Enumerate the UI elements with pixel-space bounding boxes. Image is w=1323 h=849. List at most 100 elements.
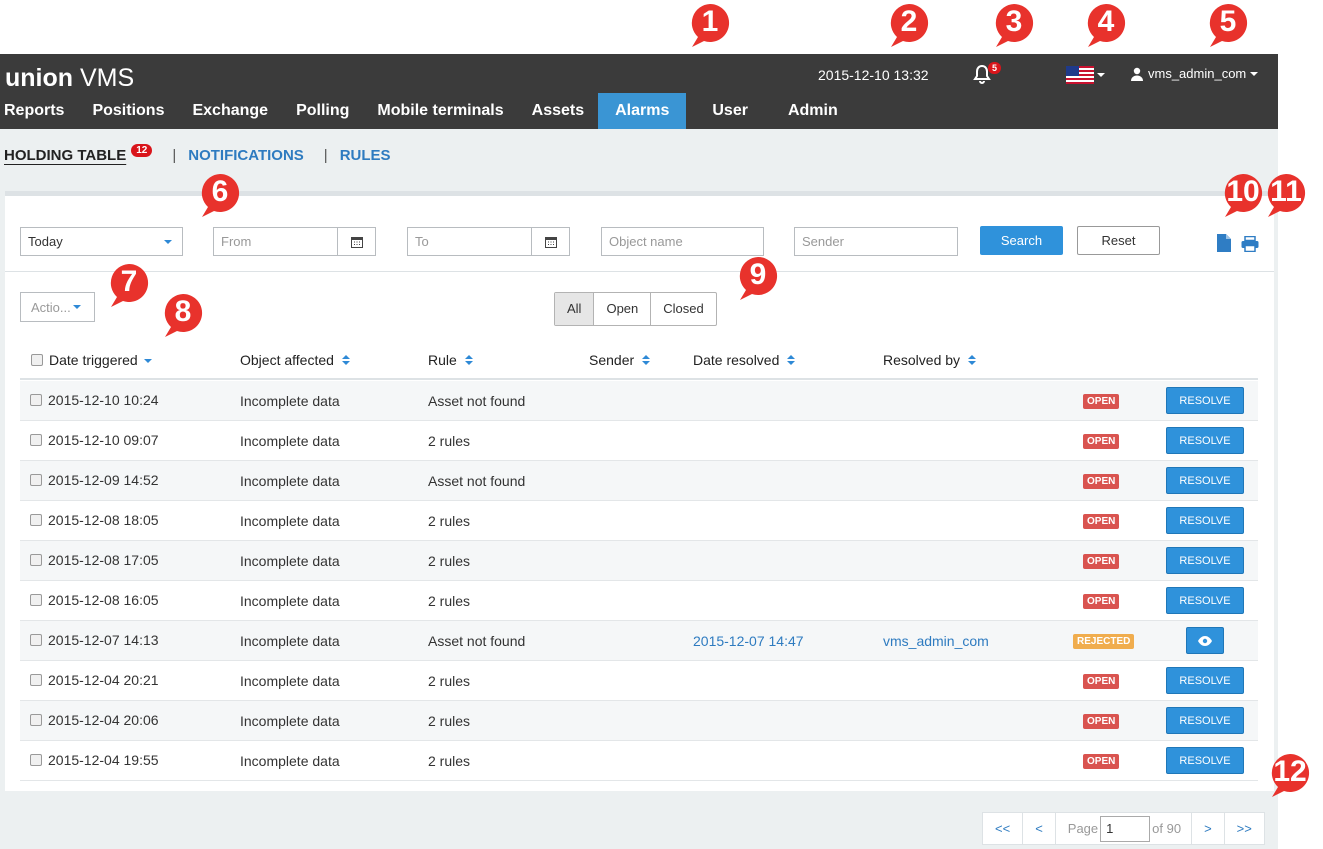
to-placeholder: To [415, 234, 429, 249]
next-page-button[interactable]: > [1191, 813, 1224, 844]
column-header-sender[interactable]: Sender [589, 352, 634, 368]
prev-page-button[interactable]: < [1022, 813, 1055, 844]
first-page-button[interactable]: << [983, 813, 1022, 844]
export-document-icon[interactable] [1217, 234, 1231, 252]
resolve-button[interactable]: RESOLVE [1166, 427, 1244, 454]
actions-dropdown[interactable]: Actio... [20, 292, 95, 322]
view-button[interactable] [1186, 627, 1224, 654]
notification-badge: 5 [988, 62, 1002, 74]
rule: Asset not found [428, 473, 526, 489]
nav-positions[interactable]: Positions [78, 93, 178, 129]
callout-marker: 7 [107, 263, 151, 307]
object-affected: Incomplete data [240, 393, 340, 409]
row-checkbox[interactable] [30, 594, 42, 606]
table-row[interactable]: 2015-12-10 09:07 Incomplete data 2 rules OP… [20, 421, 1258, 461]
table-row[interactable]: 2015-12-04 20:21 Incomplete data 2 rules OP… [20, 661, 1258, 701]
filter-bar: Today From To Object name Sender Search … [5, 196, 1274, 272]
row-checkbox[interactable] [30, 474, 42, 486]
rule: 2 rules [428, 753, 471, 769]
nav-exchange[interactable]: Exchange [178, 93, 282, 129]
resolve-button[interactable]: RESOLVE [1166, 667, 1244, 694]
row-checkbox[interactable] [30, 754, 42, 766]
print-icon[interactable] [1241, 236, 1259, 252]
row-checkbox[interactable] [30, 554, 42, 566]
resolve-button[interactable]: RESOLVE [1166, 707, 1244, 734]
row-checkbox[interactable] [30, 674, 42, 686]
user-menu[interactable]: vms_admin_com [1130, 66, 1259, 81]
table-row[interactable]: 2015-12-07 14:13 Incomplete data Asset not… [20, 621, 1258, 661]
sender-input[interactable]: Sender [794, 227, 958, 256]
page-number-input[interactable] [1100, 815, 1151, 842]
calendar-icon[interactable] [531, 228, 569, 255]
row-checkbox[interactable] [30, 714, 42, 726]
resolve-button[interactable]: RESOLVE [1166, 547, 1244, 574]
table-row[interactable]: 2015-12-09 14:52 Incomplete data Asset not… [20, 461, 1258, 501]
resolve-button[interactable]: RESOLVE [1166, 387, 1244, 414]
column-header-date-resolved[interactable]: Date resolved [693, 352, 779, 368]
filter-closed-button[interactable]: Closed [650, 293, 715, 325]
to-date-field[interactable]: To [407, 227, 570, 256]
sort-icon[interactable] [464, 354, 473, 366]
resolved-by-link[interactable]: vms_admin_com [883, 633, 989, 649]
table-row[interactable]: 2015-12-08 18:05 Incomplete data 2 rules OP… [20, 501, 1258, 541]
callout-number: 1 [701, 5, 719, 38]
sort-desc-icon[interactable] [143, 354, 152, 366]
callout-number: 10 [1226, 175, 1260, 208]
filter-open-button[interactable]: Open [593, 293, 650, 325]
nav-reports[interactable]: Reports [0, 93, 78, 129]
table-row[interactable]: 2015-12-08 16:05 Incomplete data 2 rules OP… [20, 581, 1258, 621]
row-checkbox[interactable] [30, 434, 42, 446]
search-button[interactable]: Search [980, 226, 1063, 255]
table-row[interactable]: 2015-12-10 10:24 Incomplete data Asset not… [20, 381, 1258, 421]
language-chevron-down-icon[interactable] [1097, 73, 1105, 77]
last-page-button[interactable]: >> [1223, 813, 1264, 844]
sort-icon[interactable] [787, 354, 796, 366]
row-checkbox[interactable] [30, 634, 42, 646]
date-resolved-link[interactable]: 2015-12-07 14:47 [693, 633, 804, 649]
status-filter-toggle: All Open Closed [554, 292, 717, 326]
callout-number: 3 [1005, 5, 1023, 38]
table-row[interactable]: 2015-12-04 20:06 Incomplete data 2 rules OP… [20, 701, 1258, 741]
resolve-button[interactable]: RESOLVE [1166, 507, 1244, 534]
date-triggered: 2015-12-08 16:05 [48, 592, 159, 608]
resolve-button[interactable]: RESOLVE [1166, 467, 1244, 494]
resolve-button[interactable]: RESOLVE [1166, 747, 1244, 774]
reset-button[interactable]: Reset [1077, 226, 1160, 255]
user-chevron-down-icon [1250, 71, 1259, 76]
sort-icon[interactable] [968, 354, 977, 366]
app-logo[interactable]: union VMS [5, 64, 134, 93]
period-select[interactable]: Today [20, 227, 183, 256]
row-checkbox[interactable] [30, 514, 42, 526]
tab-holding-table[interactable]: HOLDING TABLE [4, 147, 126, 164]
table-row[interactable]: 2015-12-08 17:05 Incomplete data 2 rules OP… [20, 541, 1258, 581]
rule: Asset not found [428, 633, 526, 649]
object-affected: Incomplete data [240, 633, 340, 649]
from-date-field[interactable]: From [213, 227, 376, 256]
date-triggered: 2015-12-04 19:55 [48, 752, 159, 768]
us-flag-icon[interactable] [1066, 66, 1094, 84]
sort-icon[interactable] [341, 354, 350, 366]
object-name-input[interactable]: Object name [601, 227, 764, 256]
tab-notifications[interactable]: NOTIFICATIONS [188, 147, 304, 164]
row-checkbox[interactable] [30, 394, 42, 406]
column-header-rule[interactable]: Rule [428, 352, 457, 368]
select-all-checkbox[interactable] [31, 354, 43, 366]
sort-icon[interactable] [642, 354, 651, 366]
calendar-icon[interactable] [337, 228, 375, 255]
nav-assets[interactable]: Assets [518, 93, 598, 129]
column-header-date-triggered[interactable]: Date triggered [49, 352, 138, 368]
table-row[interactable]: 2015-12-04 19:55 Incomplete data 2 rules OP… [20, 741, 1258, 781]
status-badge: OPEN [1083, 594, 1120, 609]
filter-all-button[interactable]: All [555, 293, 594, 325]
resolve-button[interactable]: RESOLVE [1166, 587, 1244, 614]
tab-rules[interactable]: RULES [340, 147, 391, 164]
nav-polling[interactable]: Polling [282, 93, 363, 129]
nav-alarms[interactable]: Alarms [598, 93, 687, 129]
rule: 2 rules [428, 673, 471, 689]
column-header-resolved-by[interactable]: Resolved by [883, 352, 960, 368]
nav-user[interactable]: User [686, 93, 774, 129]
current-datetime: 2015-12-10 13:32 [818, 67, 929, 83]
nav-mobile-terminals[interactable]: Mobile terminals [363, 93, 517, 129]
nav-admin[interactable]: Admin [774, 93, 852, 129]
column-header-object-affected[interactable]: Object affected [240, 352, 334, 368]
